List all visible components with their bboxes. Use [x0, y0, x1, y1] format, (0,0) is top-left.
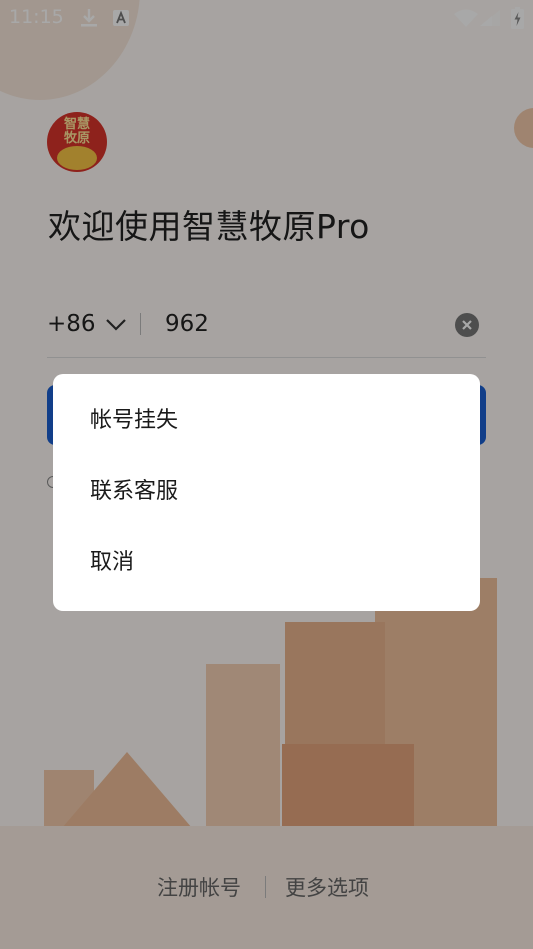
- login-screen: 11:15 智慧牧原 欢迎使用智慧牧原Pro +86 962 注册帐号 更多选项…: [0, 0, 533, 949]
- contact-support-option[interactable]: 联系客服: [90, 472, 470, 512]
- cancel-option[interactable]: 取消: [90, 543, 470, 583]
- options-dialog: 帐号挂失 联系客服 取消: [53, 374, 480, 611]
- report-lost-account-option[interactable]: 帐号挂失: [90, 401, 470, 441]
